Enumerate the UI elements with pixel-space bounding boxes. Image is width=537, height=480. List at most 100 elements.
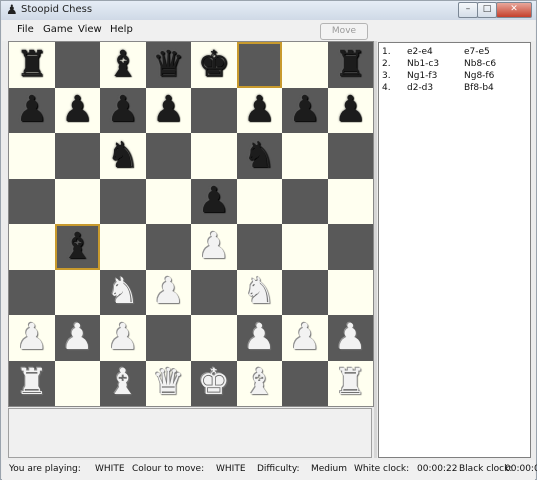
move-now-button[interactable]: Move now!: [320, 23, 368, 51]
square-c5[interactable]: [100, 178, 146, 224]
square-e1[interactable]: ♚: [191, 360, 237, 407]
square-f4[interactable]: [236, 224, 282, 270]
square-d5[interactable]: [145, 178, 191, 224]
square-e4[interactable]: ♟: [191, 224, 237, 270]
square-b4[interactable]: ♝: [54, 224, 100, 270]
black-pawn-icon[interactable]: ♟: [328, 88, 374, 134]
square-b8[interactable]: [54, 42, 100, 88]
black-pawn-icon[interactable]: ♟: [191, 179, 237, 225]
move-row[interactable]: 1. e2-e4 e7-e5: [379, 47, 530, 59]
square-e7[interactable]: [191, 87, 237, 133]
square-h1[interactable]: ♜: [327, 360, 374, 407]
square-g8[interactable]: [282, 42, 328, 88]
square-f2[interactable]: ♟: [236, 315, 282, 361]
square-g5[interactable]: [282, 178, 328, 224]
square-h7[interactable]: ♟: [327, 87, 374, 134]
square-c3[interactable]: ♞: [100, 269, 146, 316]
white-rook-icon[interactable]: ♜: [328, 361, 374, 407]
black-pawn-icon[interactable]: ♟: [146, 88, 192, 134]
square-d6[interactable]: [145, 133, 191, 179]
white-pawn-icon[interactable]: ♟: [9, 315, 55, 361]
square-f6[interactable]: ♞: [236, 133, 283, 179]
move-row[interactable]: 4. d2-d3 Bf8-b4: [379, 83, 530, 95]
white-king-icon[interactable]: ♚: [191, 361, 237, 407]
square-b5[interactable]: [54, 178, 100, 224]
square-g4[interactable]: [282, 224, 328, 270]
white-pawn-icon[interactable]: ♟: [328, 315, 374, 361]
square-e2[interactable]: [191, 315, 237, 361]
square-g6[interactable]: [282, 133, 328, 179]
square-g7[interactable]: ♟: [282, 87, 328, 134]
square-h3[interactable]: [327, 269, 373, 315]
square-g1[interactable]: [282, 360, 328, 406]
square-c8[interactable]: ♝: [100, 42, 146, 88]
square-b7[interactable]: ♟: [54, 87, 101, 134]
black-queen-icon[interactable]: ♛: [146, 42, 192, 88]
white-knight-icon[interactable]: ♞: [237, 270, 283, 316]
square-e8[interactable]: ♚: [191, 42, 237, 88]
minimize-button[interactable]: –: [458, 2, 478, 18]
square-a1[interactable]: ♜: [9, 360, 55, 407]
white-bishop-icon[interactable]: ♝: [237, 361, 283, 407]
black-knight-icon[interactable]: ♞: [237, 133, 283, 179]
move-list[interactable]: 1. e2-e4 e7-e5 2. Nb1-c3 Nb8-c6 3. Ng1-f3 Ng8-f6…: [378, 42, 531, 458]
square-c2[interactable]: ♟: [100, 315, 146, 361]
square-a7[interactable]: ♟: [9, 87, 55, 134]
black-pawn-icon[interactable]: ♟: [55, 88, 101, 134]
white-pawn-icon[interactable]: ♟: [55, 315, 101, 361]
square-d7[interactable]: ♟: [145, 87, 192, 134]
square-d2[interactable]: [145, 315, 191, 361]
square-d1[interactable]: ♛: [145, 360, 191, 406]
square-f8[interactable]: [236, 42, 282, 88]
square-h5[interactable]: [327, 178, 373, 224]
black-bishop-icon[interactable]: ♝: [100, 42, 146, 88]
white-pawn-icon[interactable]: ♟: [282, 315, 328, 361]
black-pawn-icon[interactable]: ♟: [237, 88, 283, 134]
title-bar[interactable]: ♟ Stoopid Chess – □ ✕: [1, 1, 536, 20]
menu-game[interactable]: Game: [43, 24, 73, 35]
menu-help[interactable]: Help: [110, 24, 133, 35]
square-h4[interactable]: [327, 224, 373, 270]
black-king-icon[interactable]: ♚: [191, 42, 237, 88]
square-f7[interactable]: ♟: [236, 87, 283, 134]
move-row[interactable]: 2. Nb1-c3 Nb8-c6: [379, 59, 530, 71]
square-e3[interactable]: [191, 269, 237, 315]
square-c4[interactable]: [100, 224, 146, 270]
square-b1[interactable]: [54, 360, 100, 406]
white-rook-icon[interactable]: ♜: [9, 361, 55, 407]
black-bishop-icon[interactable]: ♝: [57, 226, 99, 268]
square-a3[interactable]: [9, 269, 55, 315]
square-h2[interactable]: ♟: [327, 315, 374, 361]
square-b3[interactable]: [54, 269, 100, 315]
square-a4[interactable]: [9, 224, 55, 270]
white-pawn-icon[interactable]: ♟: [100, 315, 146, 361]
white-pawn-icon[interactable]: ♟: [191, 224, 237, 270]
square-g3[interactable]: [282, 269, 328, 315]
square-a8[interactable]: ♜: [9, 42, 55, 88]
black-rook-icon[interactable]: ♜: [9, 42, 55, 88]
square-e5[interactable]: ♟: [191, 178, 237, 225]
square-c6[interactable]: ♞: [100, 133, 146, 179]
square-g2[interactable]: ♟: [282, 315, 328, 361]
square-e6[interactable]: [191, 133, 237, 179]
square-h6[interactable]: [327, 133, 373, 179]
square-f1[interactable]: ♝: [236, 360, 283, 407]
maximize-button[interactable]: □: [477, 2, 497, 18]
black-knight-icon[interactable]: ♞: [100, 133, 146, 179]
square-d8[interactable]: ♛: [145, 42, 192, 88]
square-h8[interactable]: ♜: [327, 42, 373, 88]
square-a5[interactable]: [9, 178, 55, 224]
square-a6[interactable]: [9, 133, 55, 179]
black-pawn-icon[interactable]: ♟: [9, 88, 55, 134]
square-c1[interactable]: ♝: [100, 360, 146, 406]
panel-splitter[interactable]: [374, 41, 377, 458]
black-pawn-icon[interactable]: ♟: [282, 88, 328, 134]
square-a2[interactable]: ♟: [9, 315, 55, 361]
square-d4[interactable]: [145, 224, 191, 270]
close-button[interactable]: ✕: [496, 2, 532, 18]
menu-file[interactable]: File: [17, 24, 34, 35]
black-pawn-icon[interactable]: ♟: [100, 88, 146, 134]
square-c7[interactable]: ♟: [100, 87, 146, 134]
white-knight-icon[interactable]: ♞: [100, 270, 146, 316]
square-b6[interactable]: [54, 133, 100, 179]
